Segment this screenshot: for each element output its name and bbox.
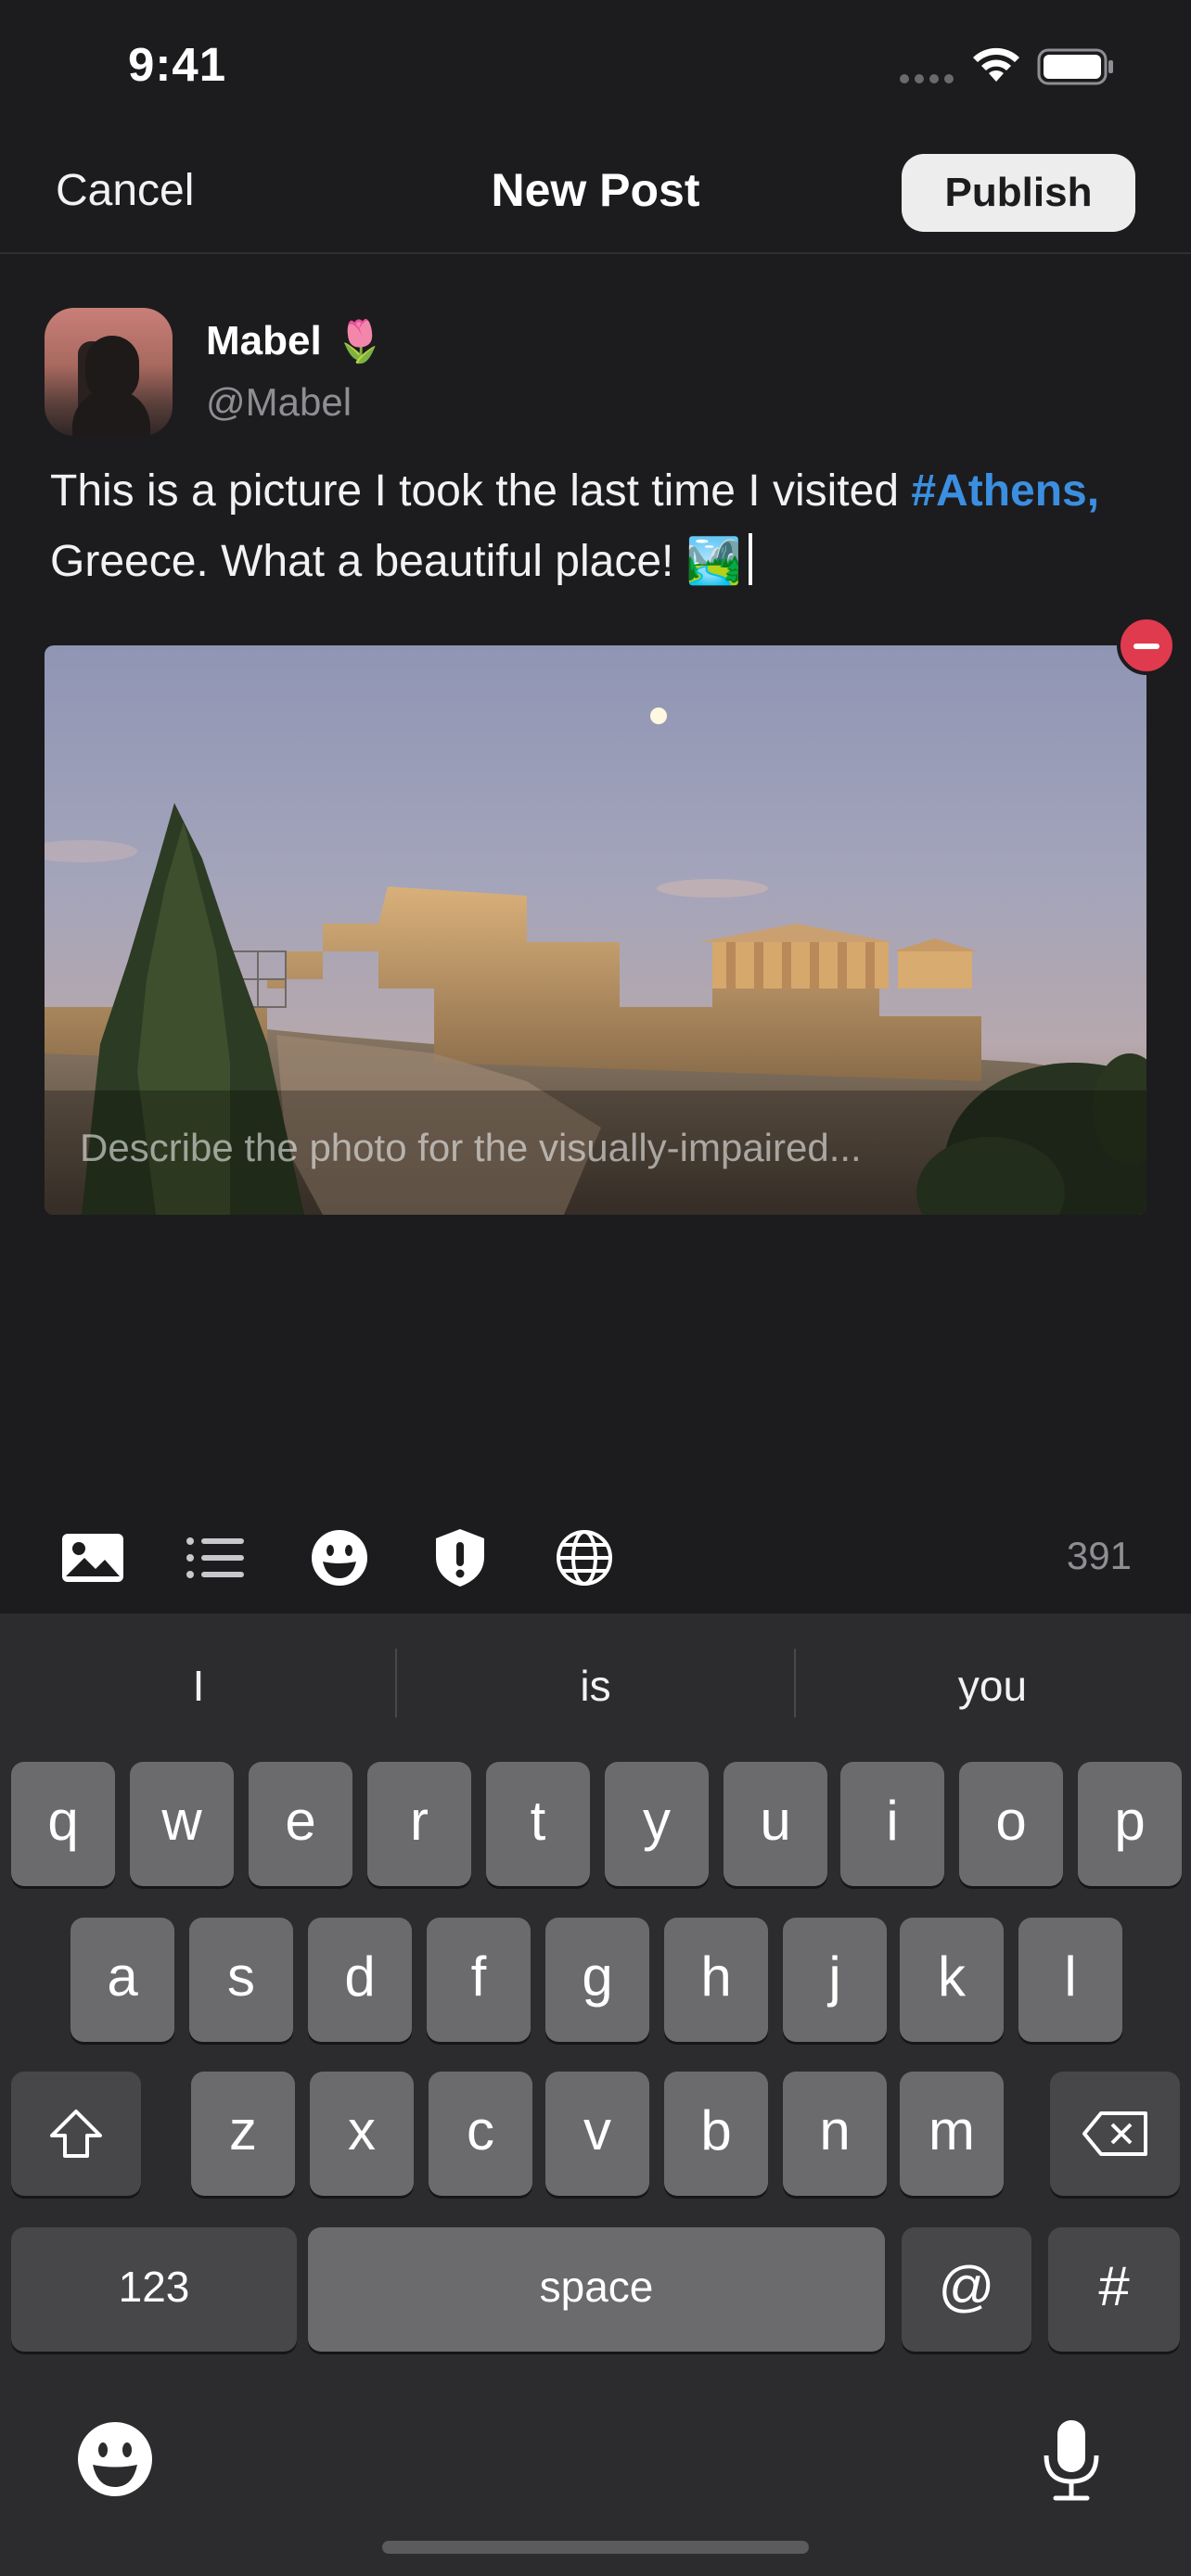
key-y[interactable]: y: [605, 1762, 709, 1886]
key-m[interactable]: m: [900, 2072, 1004, 2196]
image-icon[interactable]: [59, 1524, 126, 1591]
delete-key[interactable]: [1050, 2072, 1180, 2196]
key-z[interactable]: z: [191, 2072, 295, 2196]
post-text-before: This is a picture I took the last time I…: [50, 466, 912, 516]
wifi-icon: [973, 47, 1019, 82]
post-text-input[interactable]: This is a picture I took the last time I…: [50, 456, 1145, 597]
alt-text-input[interactable]: Describe the photo for the visually-impa…: [80, 1126, 862, 1170]
key-r[interactable]: r: [367, 1762, 471, 1886]
suggestion-3[interactable]: you: [794, 1613, 1191, 1758]
publish-button[interactable]: Publish: [902, 154, 1135, 232]
microphone-icon[interactable]: [1039, 2417, 1104, 2502]
key-h[interactable]: h: [664, 1918, 768, 2042]
suggestion-bar: I is you: [0, 1613, 1191, 1758]
attached-photo[interactable]: Describe the photo for the visually-impa…: [45, 645, 1146, 1215]
key-a[interactable]: a: [70, 1918, 174, 2042]
avatar: [45, 308, 173, 436]
key-e[interactable]: e: [249, 1762, 352, 1886]
key-b[interactable]: b: [664, 2072, 768, 2196]
key-c[interactable]: c: [429, 2072, 532, 2196]
key-t[interactable]: t: [486, 1762, 590, 1886]
key-q[interactable]: q: [11, 1762, 115, 1886]
emoji-icon[interactable]: [306, 1524, 373, 1591]
landscape-emoji: 🏞️: [685, 537, 742, 586]
content-warning-icon[interactable]: [427, 1524, 493, 1591]
key-o[interactable]: o: [959, 1762, 1063, 1886]
author-handle: @Mabel: [206, 380, 352, 424]
shift-key[interactable]: [11, 2072, 141, 2196]
key-d[interactable]: d: [308, 1918, 412, 2042]
display-name-text: Mabel: [206, 318, 322, 363]
keyboard: I is you q w e r t y u i o p a s d f g h…: [0, 1613, 1191, 2576]
numbers-key[interactable]: 123: [11, 2227, 297, 2352]
suggestion-1[interactable]: I: [0, 1613, 397, 1758]
key-u[interactable]: u: [724, 1762, 827, 1886]
key-j[interactable]: j: [783, 1918, 887, 2042]
keyboard-emoji-icon[interactable]: [76, 2420, 154, 2498]
text-caret: [749, 533, 753, 585]
status-time: 9:41: [128, 38, 227, 91]
cancel-button[interactable]: Cancel: [56, 165, 194, 216]
key-p[interactable]: p: [1078, 1762, 1182, 1886]
key-s[interactable]: s: [189, 1918, 293, 2042]
status-bar: 9:41: [0, 0, 1191, 130]
tulip-emoji: 🌷: [334, 319, 386, 364]
compose-toolbar: 391: [0, 1493, 1191, 1613]
hashtag-link[interactable]: #Athens,: [911, 466, 1099, 516]
key-v[interactable]: v: [545, 2072, 649, 2196]
key-g[interactable]: g: [545, 1918, 649, 2042]
space-key[interactable]: space: [308, 2227, 885, 2352]
globe-icon[interactable]: [551, 1524, 618, 1591]
key-l[interactable]: l: [1018, 1918, 1122, 2042]
battery-icon: [1037, 48, 1113, 85]
key-i[interactable]: i: [840, 1762, 944, 1886]
character-count: 391: [1066, 1534, 1132, 1577]
key-f[interactable]: f: [427, 1918, 531, 2042]
hash-key[interactable]: #: [1048, 2227, 1180, 2352]
list-icon[interactable]: [182, 1524, 249, 1591]
remove-photo-button[interactable]: [1117, 616, 1176, 675]
key-x[interactable]: x: [310, 2072, 414, 2196]
suggestion-2[interactable]: is: [397, 1613, 794, 1758]
at-key[interactable]: @: [902, 2227, 1031, 2352]
signal-icon: [900, 74, 954, 83]
key-n[interactable]: n: [783, 2072, 887, 2196]
key-k[interactable]: k: [900, 1918, 1004, 2042]
key-w[interactable]: w: [130, 1762, 234, 1886]
home-indicator[interactable]: [382, 2541, 809, 2554]
post-text-after: Greece. What a beautiful place!: [50, 537, 686, 586]
nav-bar: Cancel New Post Publish: [0, 130, 1191, 254]
author-display-name: Mabel 🌷: [206, 317, 386, 365]
